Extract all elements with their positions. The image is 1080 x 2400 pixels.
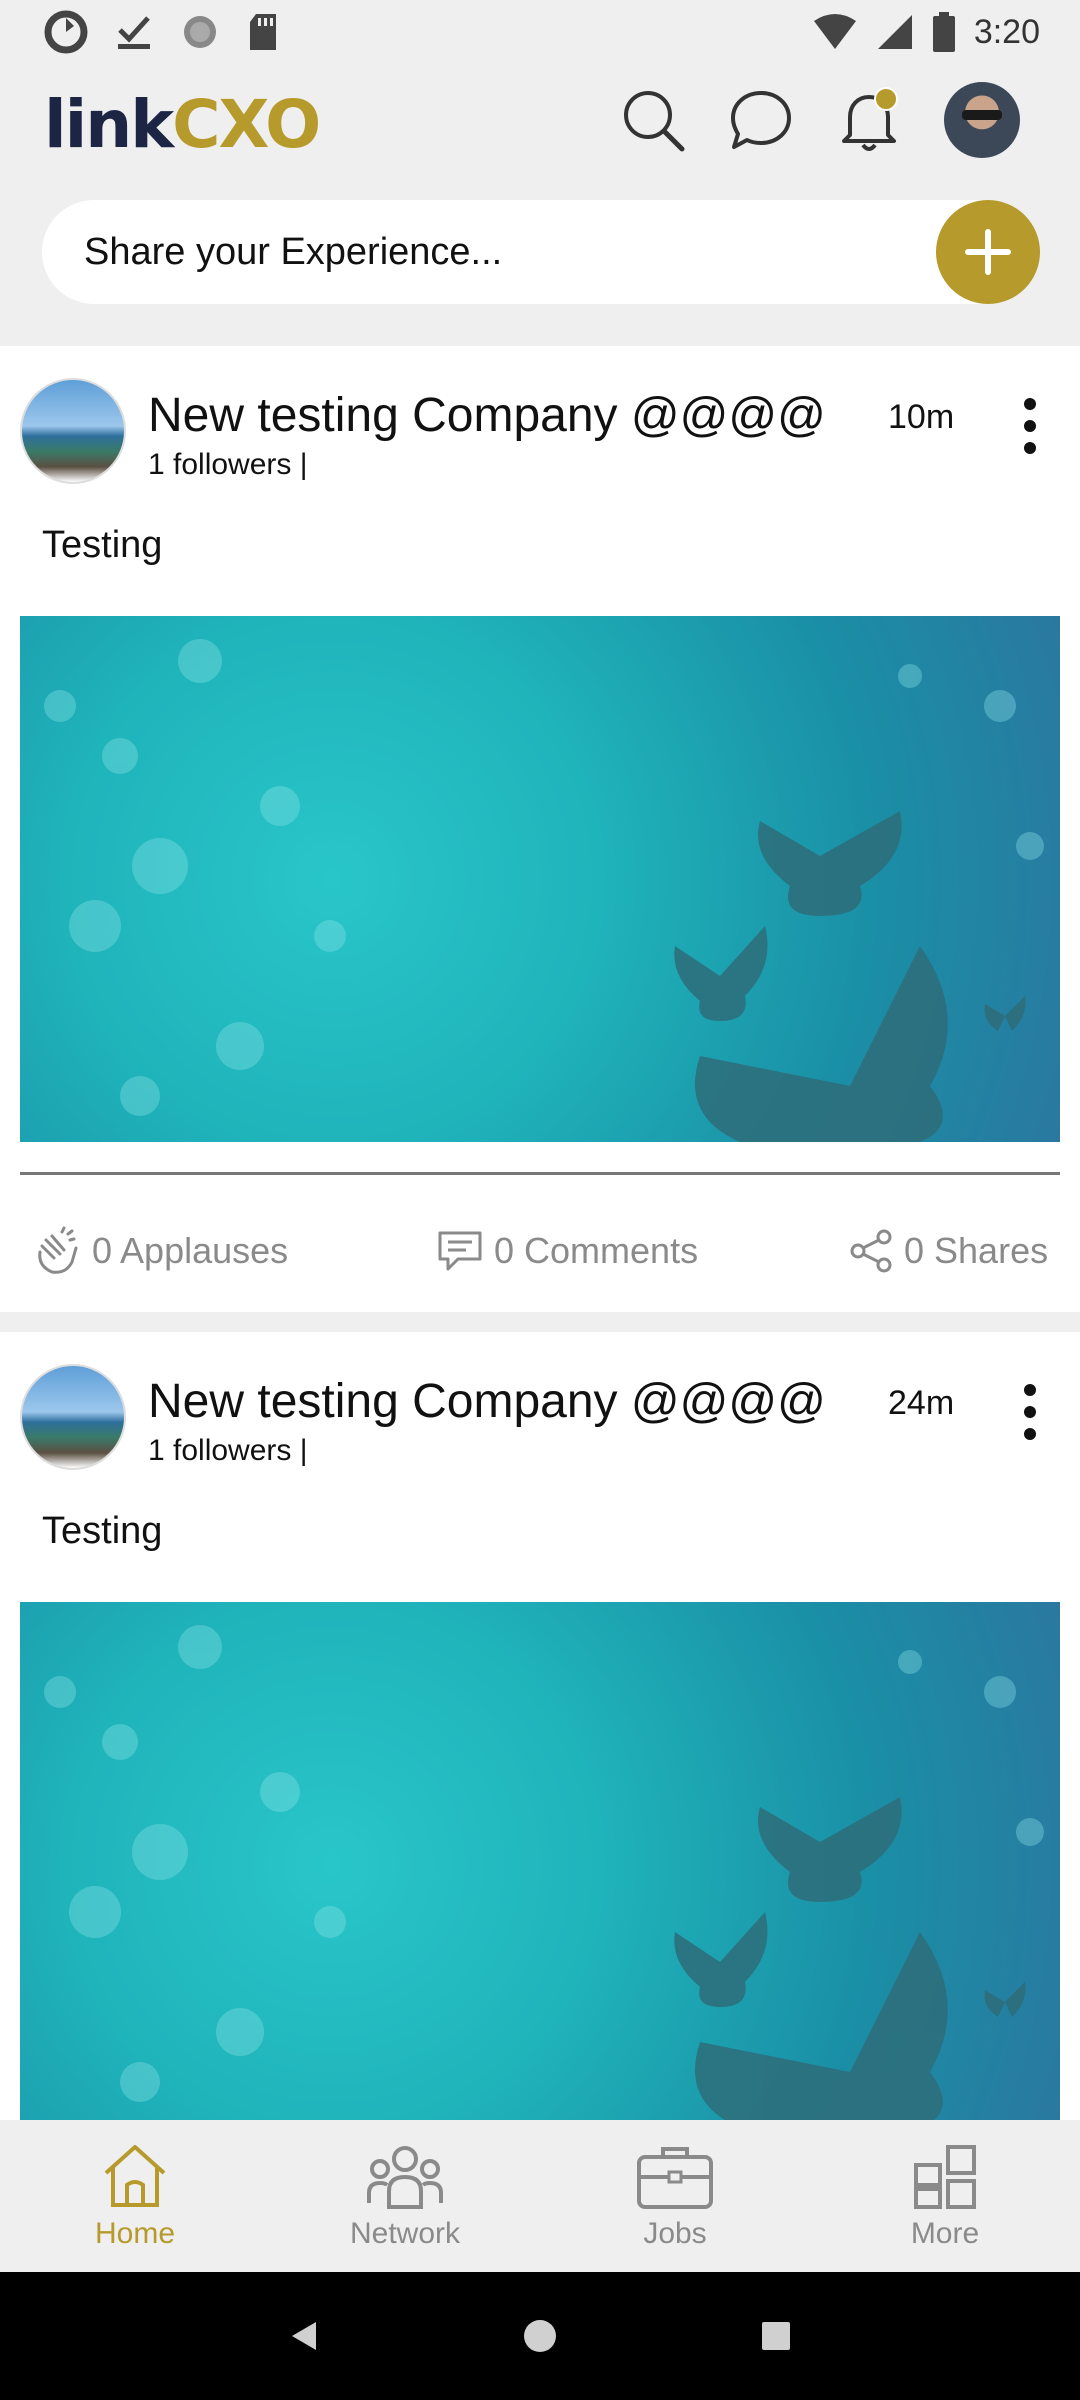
app-header: link CXO [0, 64, 1080, 184]
home-circle-icon[interactable] [522, 2318, 558, 2354]
nav-jobs[interactable]: Jobs [540, 2120, 810, 2272]
nav-home-label: Home [94, 2217, 176, 2250]
post-divider [20, 1172, 1060, 1175]
comments-count: 0 Comments [494, 1230, 699, 1271]
share-placeholder: Share your Experience... [84, 230, 503, 273]
share-experience-input[interactable]: Share your Experience... [42, 200, 1040, 304]
comment-icon [438, 1231, 482, 1271]
company-name[interactable]: New testing Company @@@@ [148, 388, 826, 443]
back-icon[interactable] [286, 2318, 322, 2354]
plus-icon [965, 229, 1011, 275]
status-left [44, 10, 280, 54]
post-text: Testing [42, 524, 163, 566]
chat-icon[interactable] [728, 87, 794, 153]
post-time: 24m [888, 1384, 955, 1422]
post-time: 10m [888, 398, 955, 436]
post-actions: 0 Applauses 0 Comments 0 Shares [0, 1218, 1080, 1284]
followers-count: 1 followers | [148, 1434, 308, 1467]
followers-count: 1 followers | [148, 448, 308, 481]
signal-icon [876, 13, 914, 51]
company-avatar[interactable] [20, 378, 126, 484]
company-name[interactable]: New testing Company @@@@ [148, 1374, 826, 1429]
network-icon [367, 2146, 443, 2209]
post-image[interactable] [20, 616, 1060, 1142]
add-post-button[interactable] [936, 200, 1040, 304]
system-nav-bar [0, 2272, 1080, 2400]
status-bar: 3:20 [0, 0, 1080, 64]
post-text: Testing [42, 1510, 163, 1552]
status-right: 3:20 [812, 12, 1040, 52]
nav-more-label: More [910, 2217, 980, 2250]
applause-icon [38, 1226, 78, 1274]
battery-icon [932, 12, 956, 52]
post-image[interactable] [20, 1602, 1060, 2128]
shares-button[interactable]: 0 Shares [848, 1228, 1048, 1274]
share-icon [850, 1229, 892, 1273]
company-avatar[interactable] [20, 1364, 126, 1470]
bell-icon[interactable] [836, 85, 902, 155]
profile-avatar[interactable] [944, 82, 1020, 158]
logo-text-link: link [44, 85, 174, 163]
nav-jobs-label: Jobs [643, 2217, 707, 2250]
download-done-icon [114, 12, 154, 52]
briefcase-icon [637, 2147, 713, 2209]
nav-home[interactable]: Home [0, 2120, 270, 2272]
nav-network[interactable]: Network [270, 2120, 540, 2272]
status-time: 3:20 [973, 12, 1040, 51]
more-options-icon[interactable] [1020, 398, 1040, 454]
home-icon [104, 2145, 166, 2207]
grid-more-icon [914, 2145, 976, 2209]
search-icon[interactable] [620, 87, 686, 153]
loading-icon [180, 12, 220, 52]
nav-network-label: Network [349, 2217, 461, 2250]
more-options-icon[interactable] [1020, 1384, 1040, 1440]
nav-more[interactable]: More [810, 2120, 1080, 2272]
app-logo[interactable]: link CXO [44, 85, 321, 163]
wifi-icon [812, 13, 858, 51]
shares-count: 0 Shares [904, 1230, 1049, 1271]
sd-card-icon [246, 12, 280, 52]
recents-icon[interactable] [758, 2318, 794, 2354]
bottom-nav: Home Network Jobs More [0, 2120, 1080, 2272]
feed: New testing Company @@@@ 1 followers | 1… [0, 346, 1080, 2298]
sync-icon [44, 10, 88, 54]
logo-text-cxo: CXO [172, 85, 321, 163]
header-icons [620, 82, 1020, 158]
applause-count: 0 Applauses [92, 1230, 289, 1271]
post-card: New testing Company @@@@ 1 followers | 1… [0, 346, 1080, 1312]
comments-button[interactable]: 0 Comments [436, 1229, 698, 1273]
applause-button[interactable]: 0 Applauses [32, 1226, 288, 1276]
